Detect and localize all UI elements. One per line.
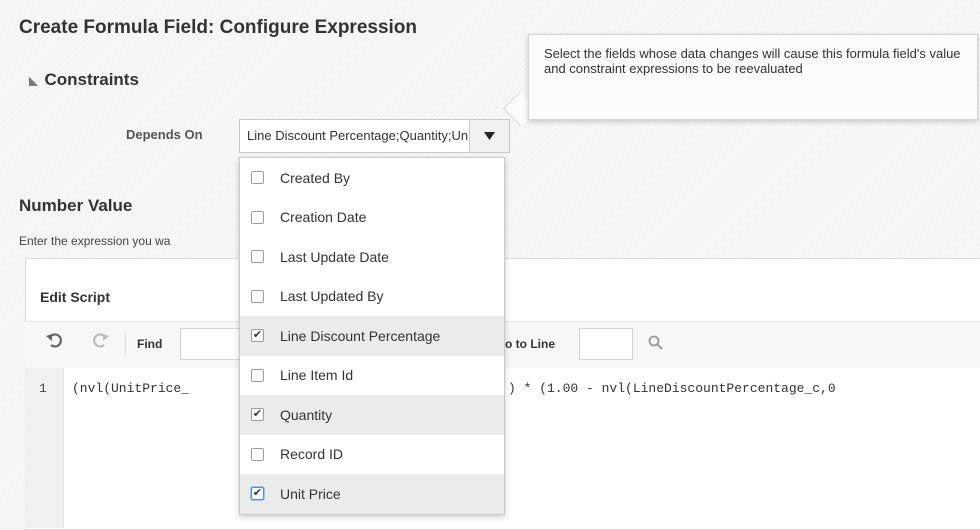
number-value-header: Number Value: [19, 196, 133, 215]
find-label: Find: [137, 337, 163, 351]
number-value-description: Enter the expression you wa: [19, 234, 171, 248]
checkbox[interactable]: ✔: [251, 487, 264, 501]
dropdown-option[interactable]: Created By: [240, 158, 504, 198]
toolbar-divider: [125, 331, 126, 357]
go-to-line-label: o to Line: [505, 337, 555, 351]
option-label: Created By: [280, 169, 351, 186]
option-label: Line Discount Percentage: [280, 327, 441, 344]
collapse-triangle-icon[interactable]: ◢: [28, 77, 41, 85]
checkbox[interactable]: [251, 210, 264, 224]
code-line-left: (nvl(UnitPrice_: [72, 381, 190, 396]
constraints-title: Constraints: [44, 70, 139, 89]
option-label: Quantity: [280, 406, 333, 423]
checkbox[interactable]: [251, 289, 264, 303]
checkbox[interactable]: [251, 368, 264, 382]
dropdown-option[interactable]: Line Item Id: [240, 356, 504, 396]
code-line-right: ) * (1.00 - nvl(LineDiscountPercentage_c…: [508, 381, 836, 396]
caret-down-icon: [484, 132, 495, 140]
undo-icon[interactable]: [46, 333, 64, 354]
depends-on-dropdown-button[interactable]: [470, 119, 510, 153]
dropdown-option[interactable]: ✔ Line Discount Percentage: [240, 316, 504, 356]
page-title: Create Formula Field: Configure Expressi…: [19, 17, 418, 38]
constraints-header[interactable]: ◢ Constraints: [28, 70, 139, 90]
search-icon[interactable]: [648, 335, 664, 356]
checkbox[interactable]: [251, 171, 264, 185]
depends-on-label: Depends On: [126, 127, 203, 142]
dropdown-option[interactable]: Last Updated By: [240, 277, 504, 317]
dropdown-option[interactable]: Creation Date: [240, 198, 504, 238]
checkbox[interactable]: [251, 250, 264, 264]
depends-on-dropdown-list: Created By Creation Date Last Update Dat…: [239, 157, 505, 515]
edit-script-title: Edit Script: [40, 289, 111, 305]
option-label: Unit Price: [280, 485, 341, 502]
dropdown-option[interactable]: Last Update Date: [240, 237, 504, 277]
checkbox[interactable]: [251, 447, 264, 461]
option-label: Record ID: [280, 446, 344, 463]
checkbox[interactable]: ✔: [251, 329, 264, 343]
depends-on-tooltip: Select the fields whose data changes wil…: [528, 34, 978, 120]
go-to-line-input[interactable]: [579, 328, 633, 360]
dropdown-option[interactable]: Record ID: [240, 435, 504, 475]
line-number: 1: [39, 381, 47, 396]
option-label: Creation Date: [280, 209, 367, 226]
dropdown-option[interactable]: ✔ Unit Price: [240, 474, 504, 514]
option-label: Line Item Id: [280, 367, 354, 384]
depends-on-field[interactable]: Line Discount Percentage;Quantity;Unit P…: [239, 119, 470, 153]
checkbox[interactable]: ✔: [251, 408, 264, 422]
option-label: Last Update Date: [280, 248, 389, 265]
option-label: Last Updated By: [280, 288, 384, 305]
redo-icon[interactable]: [91, 333, 109, 354]
dropdown-option[interactable]: ✔ Quantity: [240, 395, 504, 435]
